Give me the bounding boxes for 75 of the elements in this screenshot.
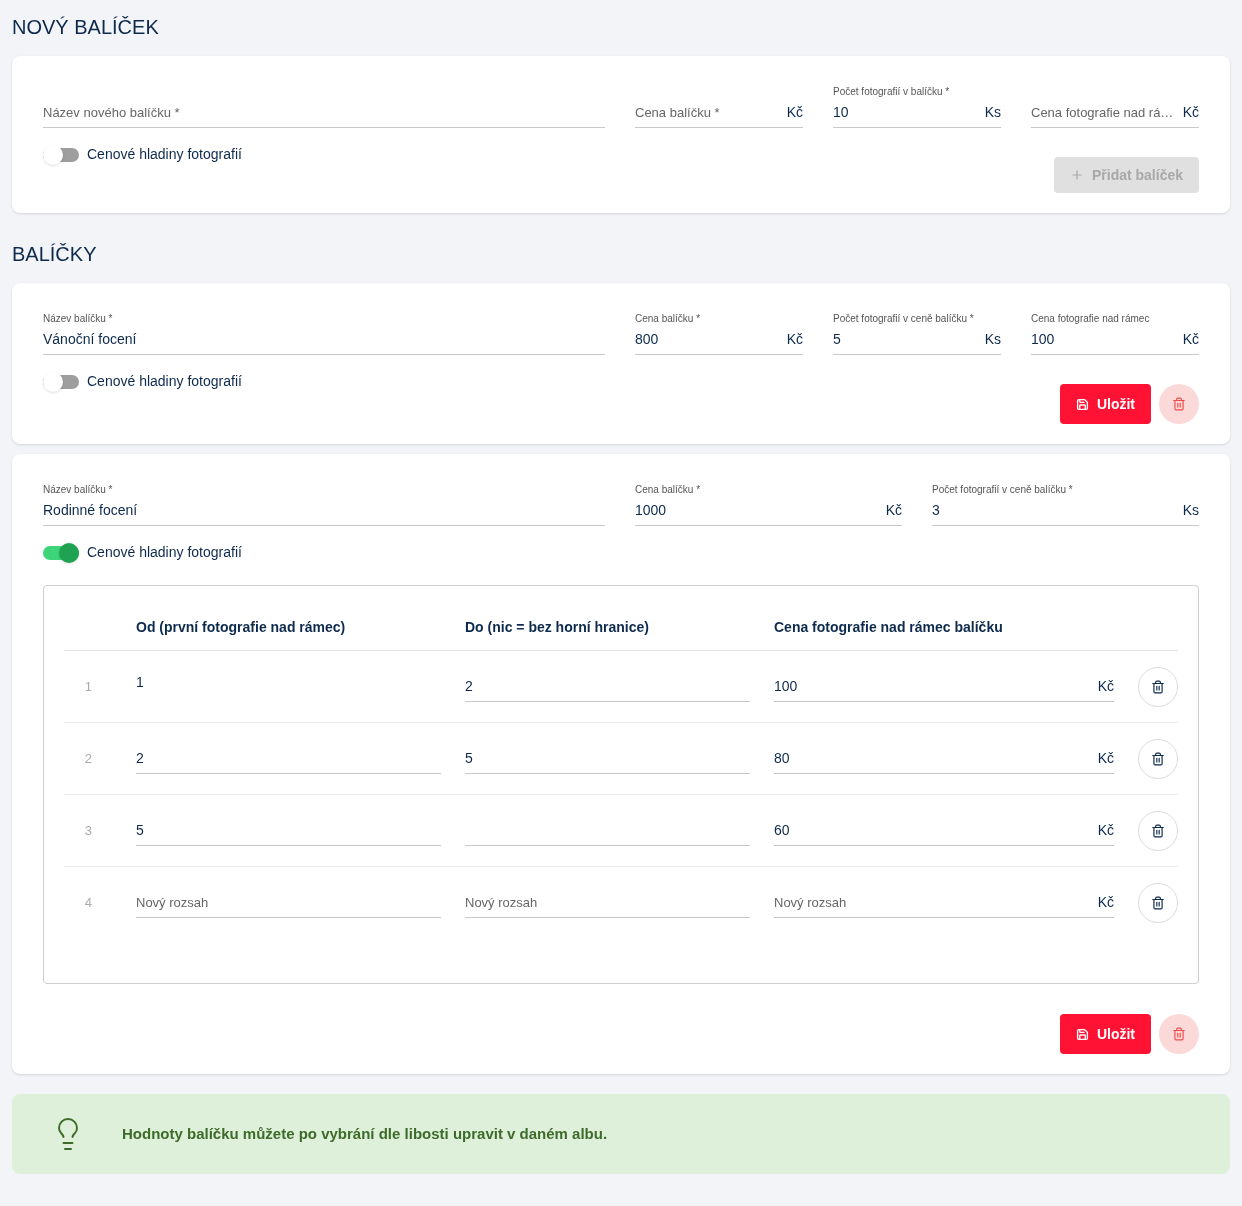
trash-icon: [1172, 1027, 1186, 1041]
toggle-label: Cenové hladiny fotografií: [87, 145, 242, 164]
field-label: Počet fotografií v ceně balíčku *: [932, 484, 1073, 496]
save-button[interactable]: Uložit: [1059, 1014, 1151, 1054]
plus-icon: [1069, 168, 1084, 182]
input-field[interactable]: 100 Kč: [774, 671, 1114, 702]
unit-label: Ks: [983, 330, 1001, 349]
unit-label: Ks: [1181, 501, 1199, 520]
unit-label: Kč: [1096, 676, 1114, 696]
tip-text: Hodnoty balíčku můžete po vybrání dle libosti upravit v daném albu.: [122, 1123, 608, 1144]
save-icon: [1075, 1027, 1089, 1041]
row-number: 2: [83, 749, 93, 768]
toggle-switch[interactable]: [43, 542, 79, 563]
input-field[interactable]: Nový rozsah: [465, 888, 750, 918]
row-number: 4: [83, 894, 93, 913]
delete-button[interactable]: [1159, 1014, 1199, 1054]
column-header: Cena fotografie nad rámec balíčku: [774, 617, 1004, 637]
toggle-switch[interactable]: [43, 371, 79, 392]
unit-label: Kč: [1096, 820, 1114, 840]
field-label: Počet fotografií v ceně balíčku *: [833, 313, 974, 325]
column-header: Od (první fotografie nad rámec): [136, 617, 347, 637]
section-title: BALÍČKY: [12, 242, 98, 267]
save-button[interactable]: Uložit: [1059, 384, 1151, 424]
unit-label: Kč: [1181, 103, 1199, 122]
input-field[interactable]: Cena fotografie nad rá… Kč: [1031, 98, 1199, 128]
field-label: Cena fotografie nad rámec: [1031, 313, 1150, 325]
delete-button[interactable]: [1138, 738, 1178, 779]
trash-icon: [1151, 751, 1165, 766]
field-label: Cena balíčku *: [635, 313, 701, 325]
input-field[interactable]: Nový rozsah: [136, 888, 441, 918]
delete-button[interactable]: [1138, 810, 1178, 851]
unit-label: Kč: [1096, 748, 1114, 768]
row-number: 1: [83, 677, 93, 696]
input-field[interactable]: Nový rozsah Kč: [774, 888, 1114, 918]
input-field[interactable]: 80 Kč: [774, 743, 1114, 774]
field-label: Cena balíčku *: [635, 484, 701, 496]
input-field[interactable]: 2: [465, 671, 750, 702]
input-field[interactable]: 60 Kč: [774, 815, 1114, 846]
input-field[interactable]: Název nového balíčku *: [43, 98, 605, 128]
input-field[interactable]: Vánoční focení: [43, 325, 605, 355]
trash-icon: [1172, 397, 1186, 411]
field-label: Počet fotografií v balíčku *: [833, 86, 950, 98]
input-field[interactable]: 5 Ks: [833, 325, 1001, 355]
unit-label: Kč: [785, 103, 803, 122]
delete-button[interactable]: [1138, 883, 1178, 923]
unit-label: Kč: [884, 501, 902, 520]
trash-icon: [1151, 823, 1165, 838]
input-field[interactable]: 5: [465, 743, 750, 774]
input-field[interactable]: 10 Ks: [833, 98, 1001, 128]
input-field[interactable]: Cena balíčku * Kč: [635, 98, 803, 128]
section-title: NOVÝ BALÍČEK: [12, 15, 160, 40]
input-field[interactable]: 100 Kč: [1031, 325, 1199, 355]
toggle-label: Cenové hladiny fotografií: [87, 543, 242, 562]
field-label: Název balíčku *: [43, 313, 113, 325]
unit-label: Kč: [1181, 330, 1199, 349]
input-field[interactable]: 3 Ks: [932, 496, 1199, 526]
delete-button[interactable]: [1159, 384, 1199, 424]
unit-label: Kč: [785, 330, 803, 349]
table-cell-text: 1: [136, 673, 144, 692]
trash-icon: [1151, 679, 1165, 694]
delete-button[interactable]: [1138, 666, 1178, 707]
input-field[interactable]: 2: [136, 743, 441, 774]
input-field[interactable]: 1000 Kč: [635, 496, 902, 526]
unit-label: Kč: [1096, 893, 1114, 912]
toggle-label: Cenové hladiny fotografií: [87, 372, 242, 391]
input-field[interactable]: 5: [136, 815, 441, 846]
field-label: Název balíčku *: [43, 484, 113, 496]
row-number: 3: [83, 821, 93, 840]
save-icon: [1075, 397, 1089, 411]
unit-label: Ks: [983, 103, 1001, 122]
input-field[interactable]: Rodinné focení: [43, 496, 605, 526]
input-field[interactable]: 800 Kč: [635, 325, 803, 355]
column-header: Do (nic = bez horní hranice): [465, 617, 650, 637]
trash-icon: [1151, 896, 1165, 910]
toggle-switch[interactable]: [43, 144, 79, 165]
